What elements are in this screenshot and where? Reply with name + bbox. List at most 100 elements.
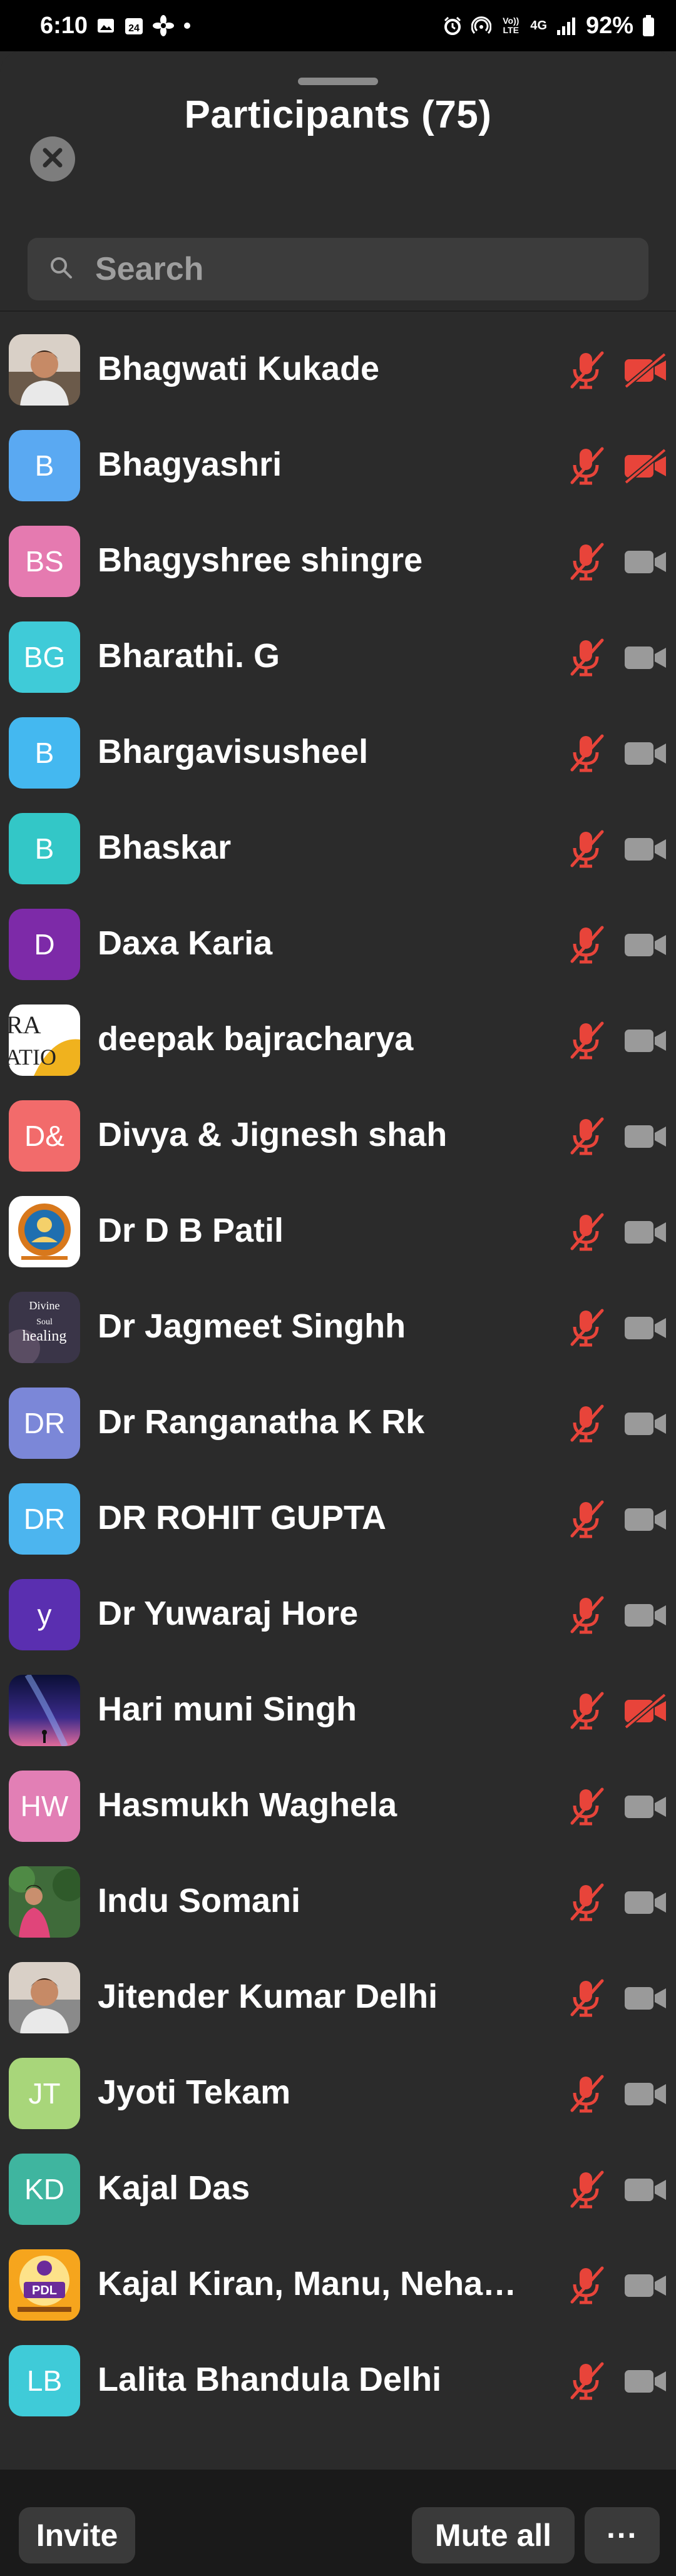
mic-off-icon[interactable] xyxy=(565,2072,608,2115)
mic-off-icon[interactable] xyxy=(565,1401,608,1445)
participant-row[interactable]: JT Jyoti Tekam xyxy=(0,2047,676,2142)
participant-row[interactable]: D Daxa Karia xyxy=(0,897,676,993)
mic-off-icon[interactable] xyxy=(565,539,608,583)
video-camera-icon[interactable] xyxy=(623,2172,667,2207)
avatar: PDL xyxy=(9,2249,80,2321)
participant-row[interactable]: B Bhaskar xyxy=(0,802,676,897)
participant-row[interactable]: B Bhargavisusheel xyxy=(0,706,676,802)
mic-off-icon[interactable] xyxy=(565,635,608,679)
mic-off-icon[interactable] xyxy=(565,348,608,392)
participant-row[interactable]: B Bhagyashri xyxy=(0,419,676,514)
video-camera-icon[interactable] xyxy=(623,1885,667,1920)
avatar: JT xyxy=(9,2058,80,2129)
video-camera-icon[interactable] xyxy=(623,1406,667,1441)
mic-off-icon[interactable] xyxy=(565,731,608,775)
video-off-icon[interactable] xyxy=(623,1692,667,1730)
mute-all-button[interactable]: Mute all xyxy=(412,2507,575,2563)
video-camera-icon[interactable] xyxy=(623,2268,667,2303)
avatar: B xyxy=(9,813,80,884)
video-camera-icon[interactable] xyxy=(623,1981,667,2016)
avatar-initials: D& xyxy=(24,1120,64,1152)
status-time: 6:10 xyxy=(40,12,88,39)
participants-sheet: Participants (75) Search Bhagwati Kukade… xyxy=(0,51,676,2576)
participant-row[interactable]: Indu Somani xyxy=(0,1855,676,1951)
mic-off-icon[interactable] xyxy=(565,1497,608,1541)
gallery-icon xyxy=(96,16,115,35)
participant-row[interactable]: D& Divya & Jignesh shah xyxy=(0,1089,676,1185)
participant-row[interactable]: BS Bhagyshree shingre xyxy=(0,514,676,610)
video-off-icon[interactable] xyxy=(623,447,667,485)
avatar-initials: B xyxy=(34,449,54,482)
video-camera-icon[interactable] xyxy=(623,544,667,580)
mic-off-icon[interactable] xyxy=(565,1210,608,1254)
avatar: LB xyxy=(9,2345,80,2416)
avatar-initials: B xyxy=(34,832,54,865)
drag-handle[interactable] xyxy=(298,78,378,85)
mic-off-icon[interactable] xyxy=(565,1593,608,1637)
avatar: D& xyxy=(9,1100,80,1172)
avatar-initials: KD xyxy=(24,2173,64,2205)
video-camera-icon[interactable] xyxy=(623,1789,667,1824)
video-camera-icon[interactable] xyxy=(623,640,667,675)
participant-row[interactable]: Jitender Kumar Delhi xyxy=(0,1951,676,2047)
mic-off-icon[interactable] xyxy=(565,827,608,871)
mute-all-label: Mute all xyxy=(434,2518,552,2553)
participant-row[interactable]: RA ATIO deepak bajracharya xyxy=(0,993,676,1089)
video-camera-icon[interactable] xyxy=(623,1215,667,1250)
video-camera-icon[interactable] xyxy=(623,1311,667,1346)
mic-off-icon[interactable] xyxy=(565,923,608,966)
mic-off-icon[interactable] xyxy=(565,2263,608,2307)
mic-off-icon[interactable] xyxy=(565,1976,608,2020)
avatar-initials: B xyxy=(34,737,54,769)
video-camera-icon[interactable] xyxy=(623,1598,667,1633)
participant-row[interactable]: y Dr Yuwaraj Hore xyxy=(0,1568,676,1664)
avatar-initials: y xyxy=(37,1598,52,1631)
participant-row[interactable]: Dr D B Patil xyxy=(0,1185,676,1280)
video-camera-icon[interactable] xyxy=(623,1023,667,1058)
participant-row[interactable]: PDL Kajal Kiran, Manu, Neha… xyxy=(0,2238,676,2334)
video-camera-icon[interactable] xyxy=(623,1502,667,1537)
video-camera-icon[interactable] xyxy=(623,736,667,771)
search-input[interactable]: Search xyxy=(28,238,648,300)
calendar-icon: 24 xyxy=(124,16,144,36)
video-camera-icon[interactable] xyxy=(623,832,667,867)
video-camera-icon[interactable] xyxy=(623,928,667,963)
participant-row[interactable]: LB Lalita Bhandula Delhi xyxy=(0,2334,676,2430)
mic-off-icon[interactable] xyxy=(565,1018,608,1062)
avatar-logo-text: PDL xyxy=(32,2284,57,2297)
video-camera-icon[interactable] xyxy=(623,2364,667,2399)
mic-off-icon[interactable] xyxy=(565,444,608,488)
mic-off-icon[interactable] xyxy=(565,1784,608,1828)
search-icon xyxy=(49,255,74,284)
participant-row[interactable]: KD Kajal Das xyxy=(0,2142,676,2238)
participant-row[interactable]: BG Bharathi. G xyxy=(0,610,676,706)
mic-off-icon[interactable] xyxy=(565,2359,608,2403)
mic-off-icon[interactable] xyxy=(565,1880,608,1924)
mic-off-icon[interactable] xyxy=(565,2167,608,2211)
mic-off-icon[interactable] xyxy=(565,1306,608,1349)
status-bar: 6:10 24 Vo)) LTE 4G 92% xyxy=(0,0,676,51)
participant-row[interactable]: Bhagwati Kukade xyxy=(0,323,676,419)
participant-row[interactable]: Divine Soul healing Dr Jagmeet Singhh xyxy=(0,1280,676,1376)
invite-button[interactable]: Invite xyxy=(19,2507,135,2563)
participant-row[interactable]: DR DR ROHIT GUPTA xyxy=(0,1472,676,1568)
video-camera-icon[interactable] xyxy=(623,1119,667,1154)
participant-name: Kajal Kiran, Manu, Neha… xyxy=(98,2265,517,2303)
close-button[interactable] xyxy=(30,136,75,181)
participant-row[interactable]: HW Hasmukh Waghela xyxy=(0,1759,676,1855)
video-camera-icon[interactable] xyxy=(623,2077,667,2112)
avatar xyxy=(9,1196,80,1267)
notification-dot-icon xyxy=(183,21,192,30)
more-options-button[interactable]: ··· xyxy=(585,2507,660,2563)
avatar: DR xyxy=(9,1483,80,1555)
avatar xyxy=(9,1675,80,1746)
mic-off-icon[interactable] xyxy=(565,1114,608,1158)
participant-name: Jitender Kumar Delhi xyxy=(98,1978,438,2015)
video-off-icon[interactable] xyxy=(623,352,667,389)
participant-row[interactable]: Hari muni Singh xyxy=(0,1664,676,1759)
participant-row[interactable]: DR Dr Ranganatha K Rk xyxy=(0,1376,676,1472)
avatar-initials: HW xyxy=(20,1790,69,1822)
volte-label: Vo)) LTE xyxy=(503,16,520,35)
mic-off-icon[interactable] xyxy=(565,1689,608,1732)
participant-name: Bharathi. G xyxy=(98,637,280,675)
